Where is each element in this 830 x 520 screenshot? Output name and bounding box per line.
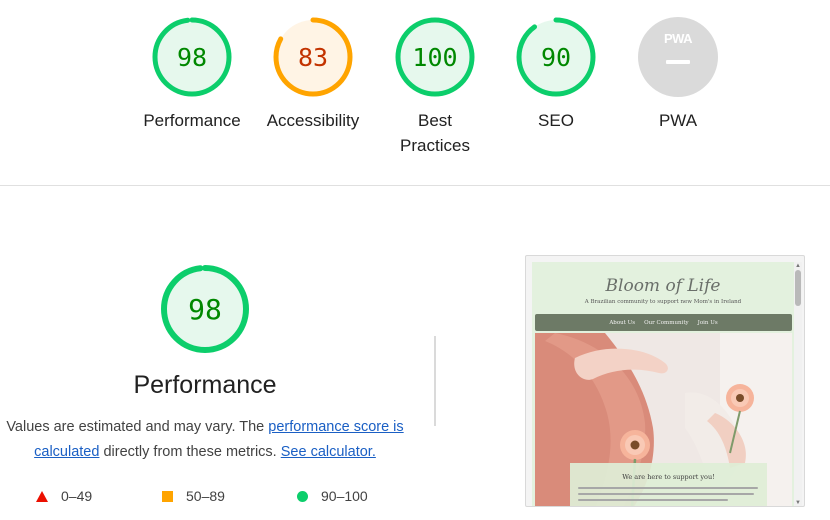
support-box: We are here to support you! [570,463,767,506]
site-nav-item: Our Community [644,319,689,326]
text-line [578,493,754,495]
triangle-icon [36,490,48,502]
legend-range: 0–49 [61,488,93,504]
desc-text: directly from these metrics. [99,444,281,460]
gauge-score: 100 [412,42,458,72]
gauge-label: PWA [658,111,698,130]
gauge-label: Accessibility [266,111,360,130]
gauge-performance[interactable]: 98 Performance [132,16,252,133]
site-nav-item: Join Us [697,319,718,326]
gauge-label: Performance [143,111,241,130]
hero-image: We are here to support you! [535,333,792,506]
site-tagline: A Brazilian community to support new Mom… [584,299,742,305]
see-calculator-link[interactable]: See calculator. [281,444,376,460]
section-divider [0,185,830,186]
gauge-ring: 98 [160,264,250,354]
legend-range: 50–89 [186,488,225,504]
legend-range: 90–100 [321,488,368,504]
site-nav-item: About Us [609,319,636,326]
performance-gauge-large: 98 [160,264,250,354]
gauge-label: SEO [538,111,574,130]
gauge-score: 90 [540,42,572,72]
legend-item-pass: 90–100 [297,486,368,506]
screenshot-site: Bloom of Life A Brazilian community to s… [532,262,794,506]
support-title: We are here to support you! [622,473,715,481]
gauge-seo[interactable]: 90 SEO [496,16,616,133]
page-screenshot-thumbnail[interactable]: Bloom of Life A Brazilian community to s… [525,255,805,507]
site-nav: About Us Our Community Join Us [535,314,792,331]
gauge-score: 98 [188,292,222,326]
performance-description: Values are estimated and may vary. The p… [0,415,410,465]
site-logo: Bloom of Life [605,276,721,296]
screenshot-scrollbar[interactable]: ▲ ▼ [794,262,802,506]
scroll-down-icon[interactable]: ▼ [795,500,801,506]
gauge-pwa[interactable]: PWA PWA [618,16,738,133]
pwa-badge: PWA [637,16,719,98]
gauge-ring: 83 [272,16,354,98]
gauge-ring: 90 [515,16,597,98]
desc-text: Values are estimated and may vary. The [6,419,269,435]
pwa-badge-text: PWA [663,31,693,46]
gauge-label: Best Practices [400,111,470,155]
text-line [578,499,728,501]
gauge-accessibility[interactable]: 83 Accessibility [253,16,373,133]
scroll-up-icon[interactable]: ▲ [795,263,801,269]
circle-icon [297,490,308,502]
gauge-score: 98 [176,42,208,72]
score-legend: 0–49 50–89 90–100 [0,486,430,508]
vertical-divider [434,336,436,426]
performance-title: Performance [133,371,277,399]
legend-item-average: 50–89 [162,486,225,506]
scrollbar-thumb[interactable] [795,270,801,306]
gauge-score: 83 [297,42,329,72]
legend-item-fail: 0–49 [36,486,92,506]
text-line [578,487,758,489]
square-icon [162,490,173,502]
gauge-ring: 98 [151,16,233,98]
gauge-best-practices[interactable]: 100 Best Practices [375,16,495,158]
gauge-ring: 100 [394,16,476,98]
